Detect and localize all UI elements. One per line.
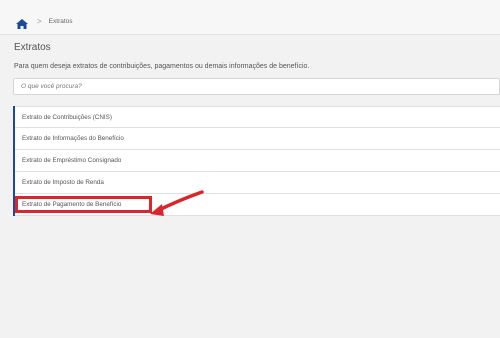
breadcrumb: > Extratos — [0, 8, 500, 35]
page-subtitle: Para quem deseja extratos de contribuiçõ… — [14, 63, 310, 70]
red-arrow-annotation — [150, 190, 204, 216]
extratos-list: Extrato de Contribuições (CNIS) Extrato … — [13, 106, 500, 216]
list-item-label: Extrato de Imposto de Renda — [22, 179, 104, 186]
home-icon[interactable] — [16, 16, 28, 29]
list-item-label: Extrato de Informações do Benefício — [22, 135, 124, 142]
list-item-imposto-renda[interactable]: Extrato de Imposto de Renda — [15, 172, 500, 194]
list-item-emprestimo-consignado[interactable]: Extrato de Empréstimo Consignado — [15, 150, 500, 172]
list-item-pagamento-beneficio[interactable]: Extrato de Pagamento de Benefício — [15, 194, 500, 216]
list-item-informacoes-beneficio[interactable]: Extrato de Informações do Benefício — [15, 128, 500, 150]
breadcrumb-current[interactable]: Extratos — [49, 18, 73, 25]
top-bar — [0, 0, 500, 8]
list-item-cnis[interactable]: Extrato de Contribuições (CNIS) — [15, 106, 500, 128]
search-input[interactable] — [13, 78, 500, 95]
list-item-label: Extrato de Pagamento de Benefício — [22, 201, 122, 208]
list-item-label: Extrato de Empréstimo Consignado — [22, 157, 122, 164]
list-item-label: Extrato de Contribuições (CNIS) — [22, 113, 112, 121]
page-content: > Extratos Extratos Para quem deseja ext… — [0, 8, 500, 338]
page-title: Extratos — [14, 42, 51, 53]
breadcrumb-separator: > — [37, 16, 42, 26]
